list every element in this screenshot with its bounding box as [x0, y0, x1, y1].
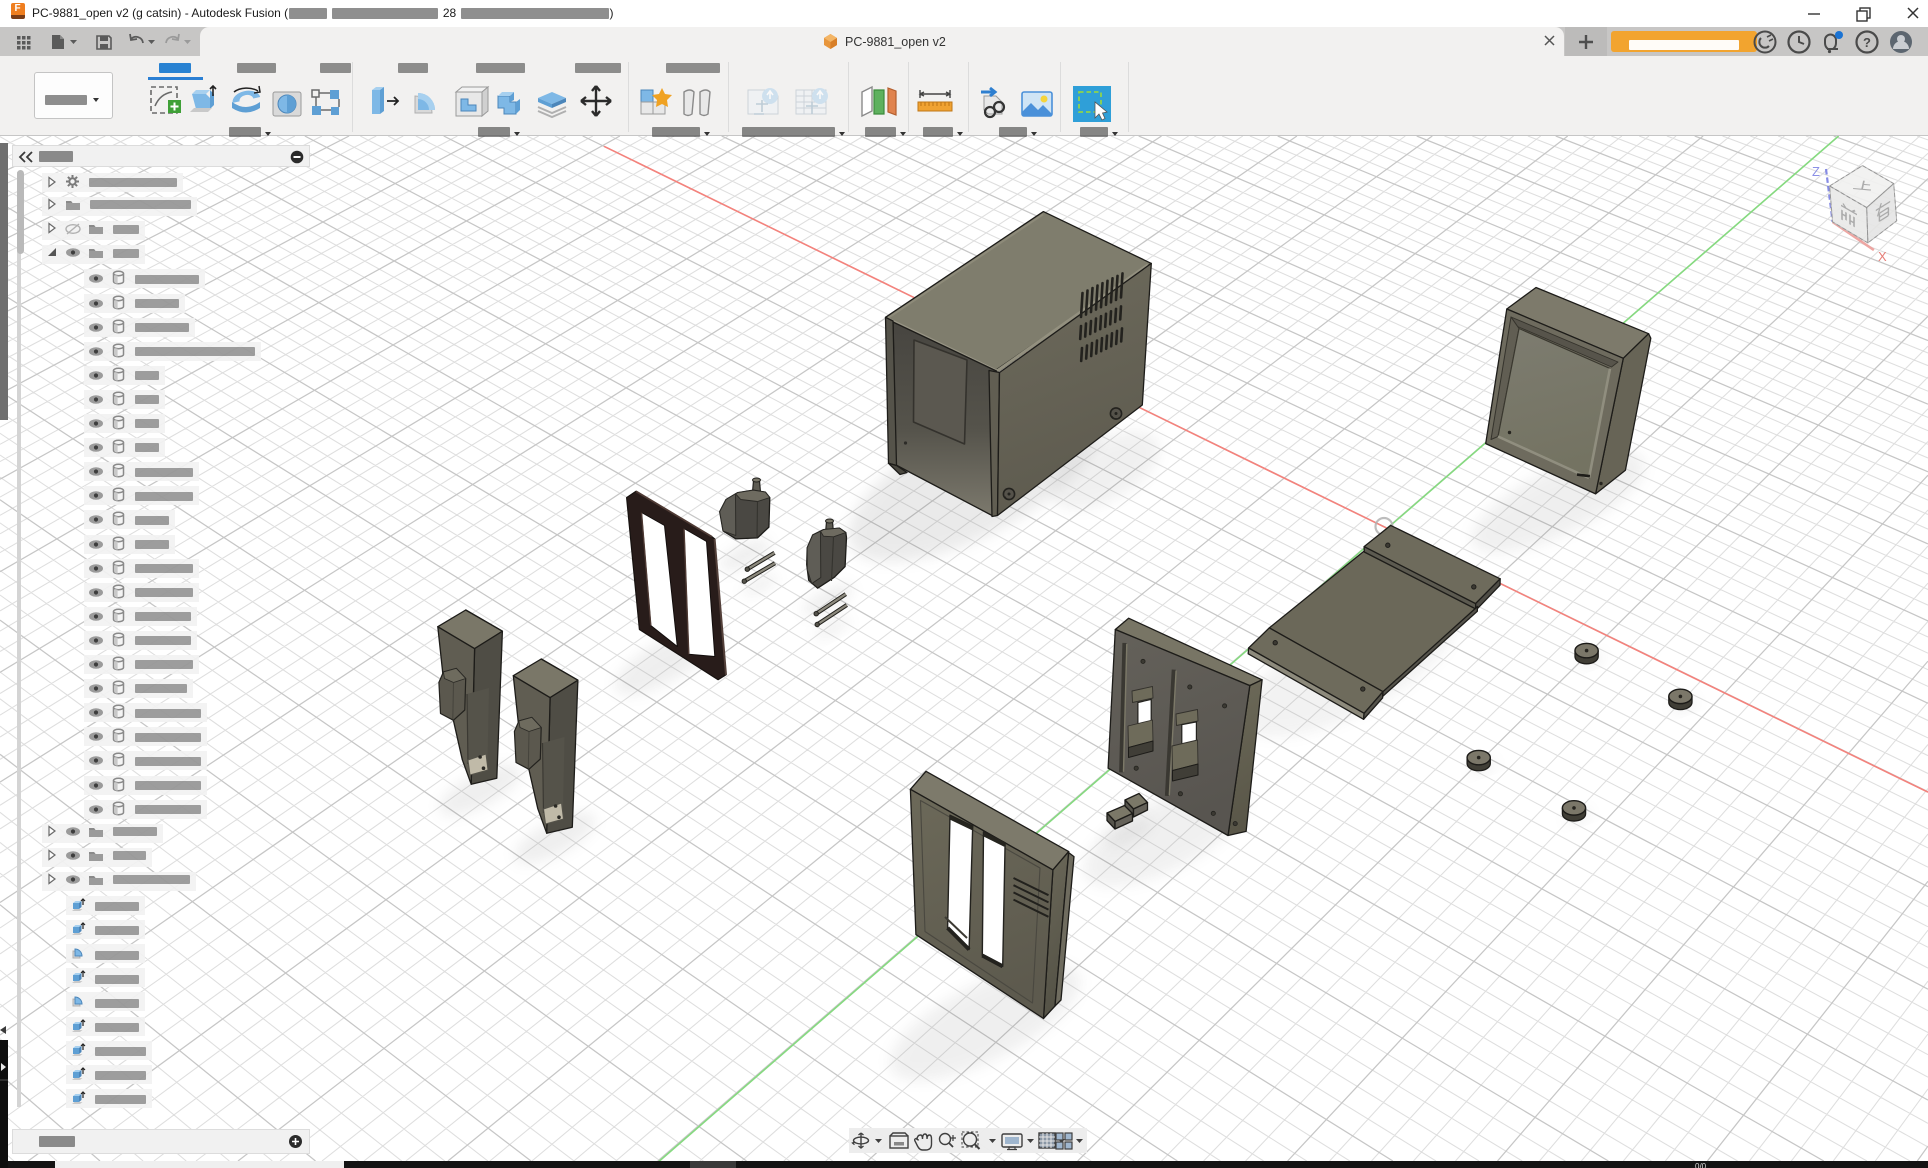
- svg-text:Z: Z: [1812, 164, 1820, 179]
- svg-text:?: ?: [1863, 35, 1871, 50]
- svg-text:X: X: [1878, 249, 1887, 264]
